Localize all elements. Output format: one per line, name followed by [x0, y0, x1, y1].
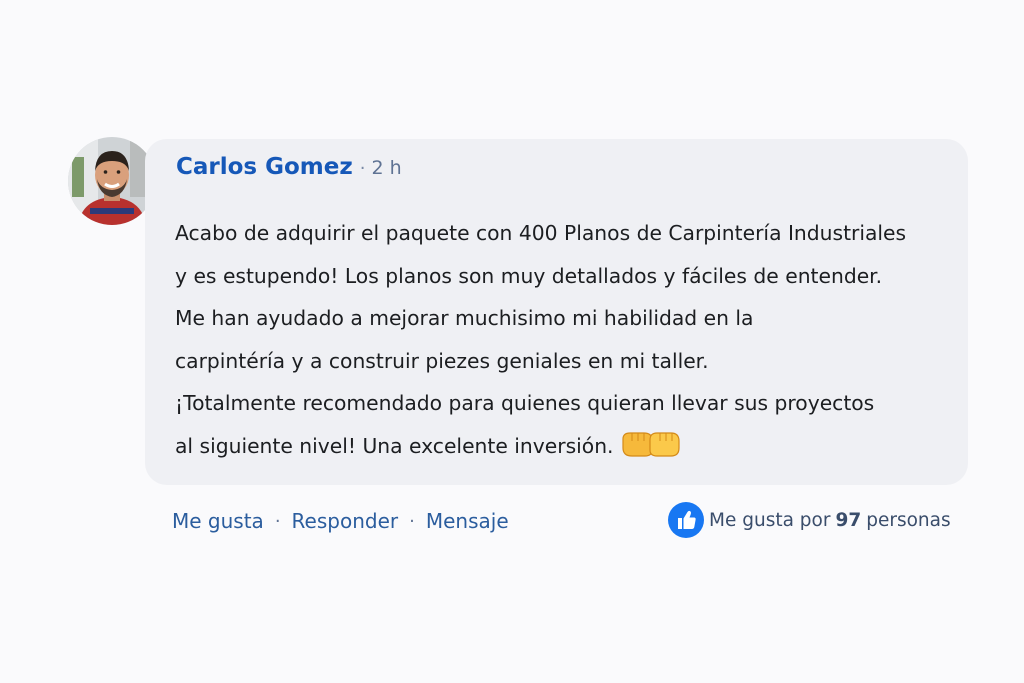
reply-link[interactable]: Responder [292, 509, 399, 533]
header-separator: · [359, 158, 366, 179]
comment-line: al siguiente nivel! Una excelente invers… [175, 433, 614, 458]
comment-actions: Me gusta · Responder · Mensaje [172, 505, 509, 537]
comment-line: carpintéría y a construir piezes geniale… [175, 348, 709, 373]
fist-bump-icon [620, 429, 682, 459]
comment-last-line: al siguiente nivel! Una excelente invers… [175, 425, 965, 468]
author-name[interactable]: Carlos Gomez [176, 154, 353, 180]
action-separator: · [274, 510, 281, 532]
likes-summary[interactable]: Me gusta por 97 personas [668, 502, 951, 538]
comment-card: Carlos Gomez · 2 h Acabo de adquirir el … [0, 0, 1024, 683]
avatar[interactable] [68, 137, 156, 225]
message-link[interactable]: Mensaje [426, 509, 509, 533]
comment-line: ¡Totalmente recomendado para quienes qui… [175, 391, 875, 415]
likes-suffix: personas [866, 509, 951, 531]
action-separator: · [409, 510, 415, 532]
comment-header: Carlos Gomez · 2 h [176, 154, 402, 190]
comment-line: y es estupendo! Los planos son muy detal… [175, 263, 883, 288]
comment-line: Acabo de adquirir el paquete con 400 Pla… [175, 221, 907, 245]
likes-prefix: Me gusta por [709, 509, 831, 531]
comment-body: Acabo de adquirir el paquete con 400 Pla… [175, 212, 965, 467]
comment-timestamp[interactable]: 2 h [372, 157, 402, 179]
avatar-photo [68, 137, 156, 225]
comment-line: Me han ayudado a mejorar muchisimo mi ha… [175, 306, 754, 330]
thumbs-up-icon [668, 502, 704, 538]
likes-count: 97 [835, 509, 862, 531]
like-link[interactable]: Me gusta [172, 509, 264, 533]
